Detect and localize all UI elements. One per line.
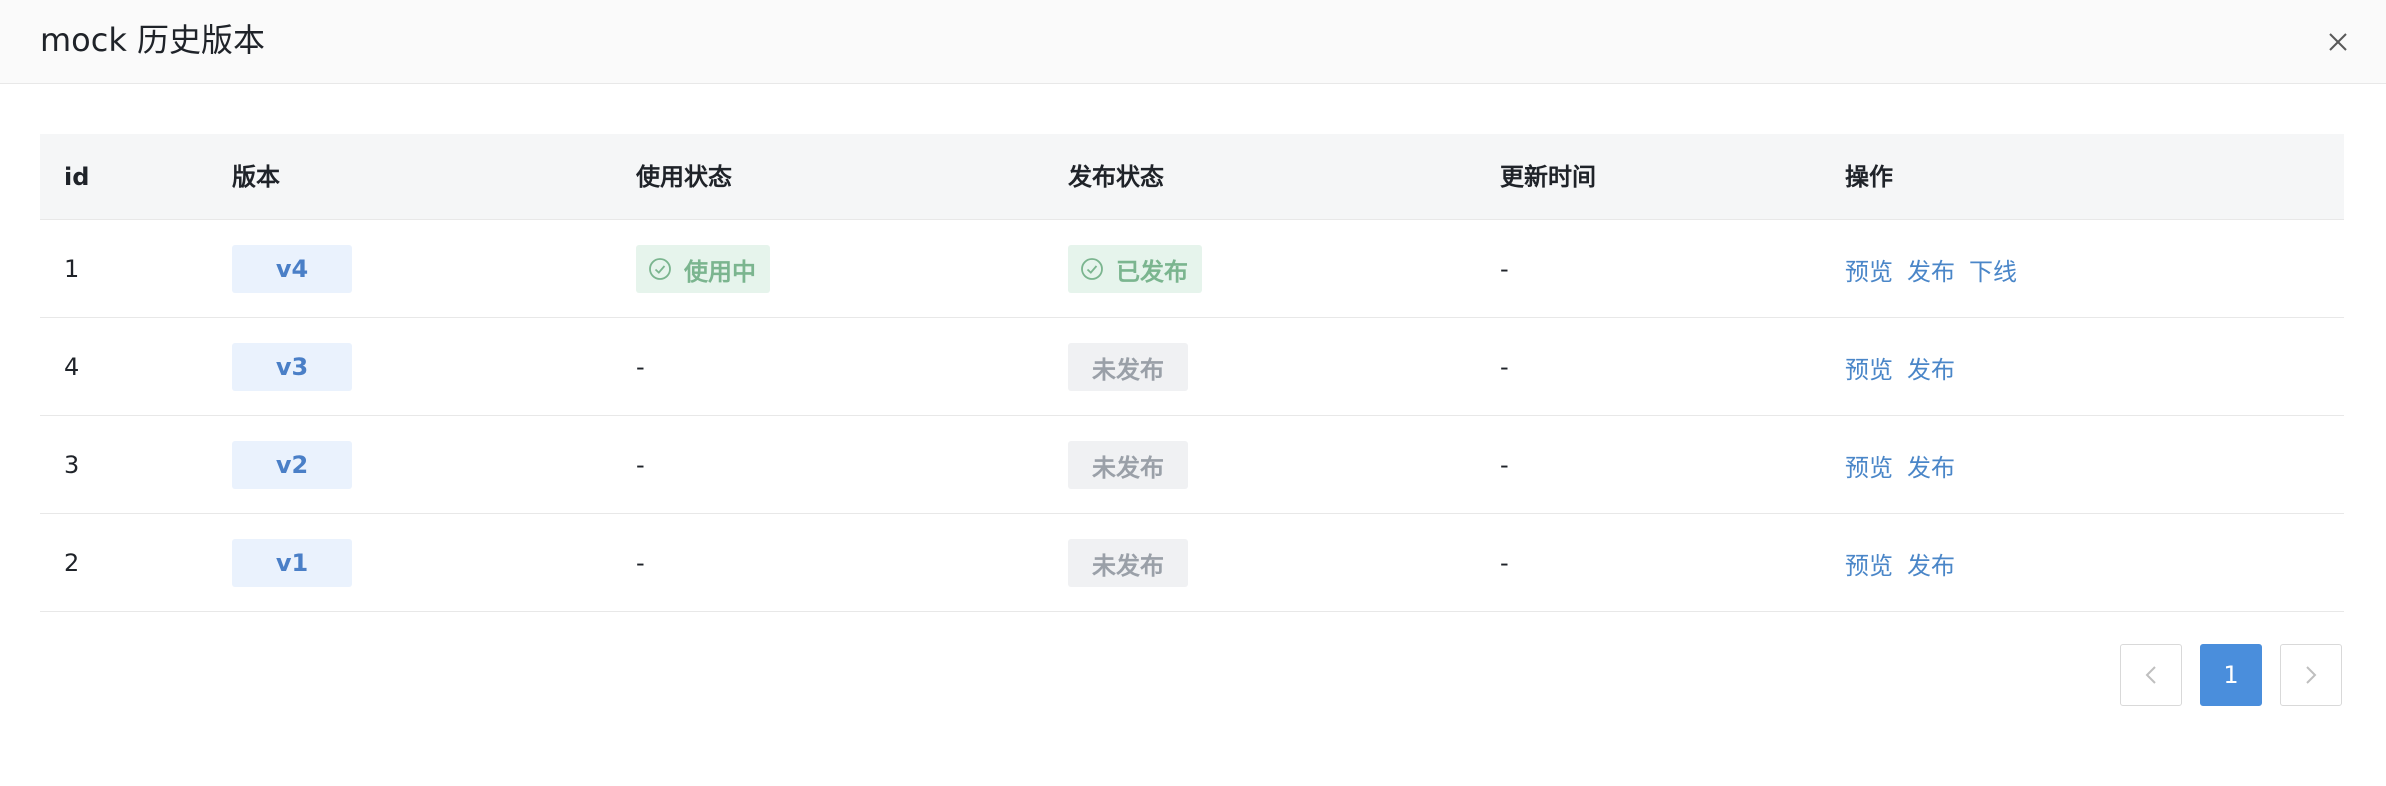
publish-link[interactable]: 发布 <box>1907 546 1955 581</box>
cell-version: v3 <box>232 318 352 416</box>
cell-use-status: - <box>636 353 645 381</box>
cell-id: 2 <box>64 549 80 577</box>
header-update-time: 更新时间 <box>1500 163 1596 191</box>
history-modal: mock 历史版本 id 版本 使用状态 发布状态 更新时间 操作 1 v4 使… <box>0 0 2386 786</box>
modal-header: mock 历史版本 <box>0 0 2386 84</box>
cell-publish-status: 未发布 <box>1068 318 1188 416</box>
publish-status-badge: 未发布 <box>1068 441 1188 489</box>
version-tag: v1 <box>232 539 352 587</box>
next-page-button[interactable] <box>2280 644 2342 706</box>
cell-id: 3 <box>64 451 80 479</box>
chevron-right-icon <box>2306 666 2317 684</box>
publish-link[interactable]: 发布 <box>1907 448 1955 483</box>
publish-link[interactable]: 发布 <box>1907 350 1955 385</box>
table-row: 3 v2 - 未发布 - 预览 发布 <box>40 416 2344 514</box>
header-use-status: 使用状态 <box>636 163 732 191</box>
cell-actions: 预览 发布 <box>1845 514 1969 612</box>
publish-status-badge: 未发布 <box>1068 343 1188 391</box>
header-publish-status: 发布状态 <box>1068 163 1164 191</box>
cell-update-time: - <box>1500 549 1509 577</box>
cell-actions: 预览 发布 下线 <box>1845 220 2031 318</box>
cell-version: v1 <box>232 514 352 612</box>
table-header: id 版本 使用状态 发布状态 更新时间 操作 <box>40 134 2344 220</box>
check-circle-icon <box>649 258 671 280</box>
cell-publish-status: 已发布 <box>1068 220 1202 318</box>
preview-link[interactable]: 预览 <box>1845 448 1893 483</box>
preview-link[interactable]: 预览 <box>1845 350 1893 385</box>
use-status-label: 使用中 <box>684 257 756 286</box>
table-row: 2 v1 - 未发布 - 预览 发布 <box>40 514 2344 612</box>
chevron-left-icon <box>2145 666 2156 684</box>
cell-use-status: - <box>636 549 645 577</box>
cell-actions: 预览 发布 <box>1845 416 1969 514</box>
header-actions: 操作 <box>1845 163 1893 191</box>
page-button-1[interactable]: 1 <box>2200 644 2262 706</box>
version-tag: v3 <box>232 343 352 391</box>
cell-update-time: - <box>1500 353 1509 381</box>
cell-publish-status: 未发布 <box>1068 416 1188 514</box>
publish-link[interactable]: 发布 <box>1907 252 1955 287</box>
header-id: id <box>64 163 90 191</box>
table-row: 1 v4 使用中 已发布 - 预览 发布 下线 <box>40 220 2344 318</box>
use-status-badge: 使用中 <box>636 245 770 293</box>
cell-update-time: - <box>1500 255 1509 283</box>
version-table: id 版本 使用状态 发布状态 更新时间 操作 1 v4 使用中 已发布 - 预… <box>40 134 2344 612</box>
offline-link[interactable]: 下线 <box>1969 252 2017 287</box>
table-row: 4 v3 - 未发布 - 预览 发布 <box>40 318 2344 416</box>
publish-status-badge: 已发布 <box>1068 245 1202 293</box>
cell-update-time: - <box>1500 451 1509 479</box>
cell-use-status: 使用中 <box>636 220 770 318</box>
cell-actions: 预览 发布 <box>1845 318 1969 416</box>
close-icon <box>2329 33 2347 51</box>
version-tag: v4 <box>232 245 352 293</box>
cell-version: v2 <box>232 416 352 514</box>
check-circle-icon <box>1081 258 1103 280</box>
header-version: 版本 <box>232 163 280 191</box>
cell-version: v4 <box>232 220 352 318</box>
cell-use-status: - <box>636 451 645 479</box>
publish-status-badge: 未发布 <box>1068 539 1188 587</box>
preview-link[interactable]: 预览 <box>1845 252 1893 287</box>
cell-id: 4 <box>64 353 80 381</box>
publish-status-label: 已发布 <box>1116 257 1188 286</box>
version-tag: v2 <box>232 441 352 489</box>
cell-id: 1 <box>64 255 80 283</box>
preview-link[interactable]: 预览 <box>1845 546 1893 581</box>
prev-page-button[interactable] <box>2120 644 2182 706</box>
cell-publish-status: 未发布 <box>1068 514 1188 612</box>
close-button[interactable] <box>2326 30 2350 54</box>
modal-title: mock 历史版本 <box>40 21 266 59</box>
